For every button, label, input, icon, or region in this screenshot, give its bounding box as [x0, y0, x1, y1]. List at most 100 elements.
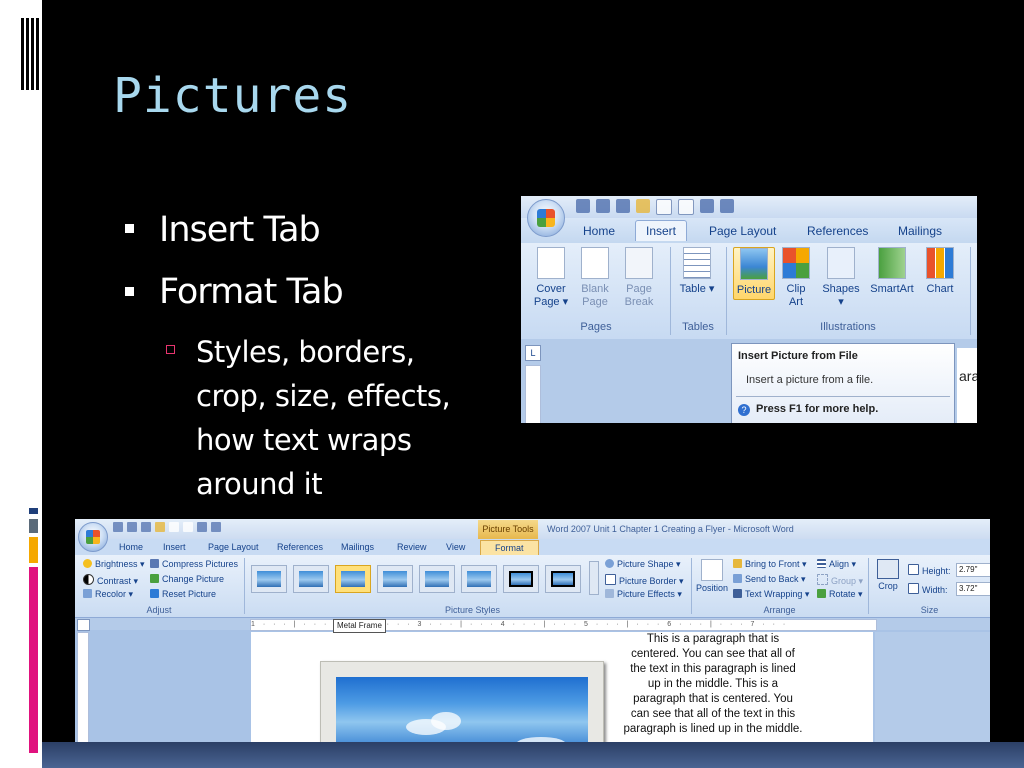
save-icon[interactable]: [113, 522, 123, 532]
text-wrapping-button[interactable]: Text Wrapping ▾: [733, 589, 809, 600]
tab-view[interactable]: View: [446, 542, 465, 552]
picture-style-thumb[interactable]: [251, 565, 287, 593]
format-tab-screenshot: Picture Tools Word 2007 Unit 1 Chapter 1…: [75, 519, 990, 742]
group-separator: [970, 247, 971, 335]
picture-effects-button[interactable]: Picture Effects ▾: [605, 589, 682, 600]
chart-icon: [926, 247, 954, 279]
table-button[interactable]: Table ▾: [677, 247, 717, 296]
picture-style-thumb[interactable]: [377, 565, 413, 593]
tab-insert[interactable]: Insert: [635, 220, 688, 241]
document-background: [875, 632, 990, 742]
bring-to-front-icon: [733, 559, 742, 568]
save-icon[interactable]: [576, 199, 590, 213]
redo-icon[interactable]: [616, 199, 630, 213]
contrast-icon: [83, 574, 94, 585]
office-button[interactable]: [527, 199, 565, 237]
group-label-arrange: Arrange: [763, 605, 796, 615]
tab-references[interactable]: References: [277, 542, 323, 552]
group-button[interactable]: Group ▾: [817, 574, 863, 587]
group-label-adjust: Adjust: [146, 605, 172, 615]
brightness-icon: [83, 559, 92, 568]
undo-icon[interactable]: [596, 199, 610, 213]
blank-page-button[interactable]: Blank Page: [577, 247, 613, 309]
chart-button[interactable]: Chart: [923, 247, 957, 296]
send-to-back-icon: [733, 574, 742, 583]
sub-bullet-text: Styles, borders, crop, size, effects, ho…: [196, 335, 451, 501]
tab-selector[interactable]: L: [525, 345, 541, 361]
tab-mailings[interactable]: Mailings: [898, 224, 942, 238]
spelling-icon[interactable]: [197, 522, 207, 532]
smartart-button[interactable]: SmartArt: [865, 247, 919, 296]
group-separator: [670, 247, 671, 335]
cloud: [516, 737, 566, 742]
reset-picture-button[interactable]: Reset Picture: [150, 589, 216, 599]
framed-picture[interactable]: [320, 661, 604, 742]
print-icon[interactable]: [211, 522, 221, 532]
horizontal-ruler-area: 1 · · · | · · · 2 · · · | · · · 3 · · · …: [75, 618, 990, 631]
width-icon: [908, 583, 919, 594]
page-break-button[interactable]: Page Break: [621, 247, 657, 309]
picture-border-icon: [605, 574, 616, 585]
text-wrapping-icon: [733, 589, 742, 598]
group-label-tables: Tables: [682, 321, 714, 333]
tab-selector[interactable]: [77, 619, 90, 631]
height-field[interactable]: 2.79": [956, 563, 990, 577]
blank-page-icon: [581, 247, 609, 279]
centered-paragraph: This is a paragraph that is centered. Yo…: [623, 633, 803, 735]
send-to-back-button[interactable]: Send to Back ▾: [733, 574, 806, 585]
picture-shape-button[interactable]: Picture Shape ▾: [605, 559, 681, 570]
gallery-scroll-arrows[interactable]: [589, 561, 599, 595]
recolor-button[interactable]: Recolor ▾: [83, 589, 133, 600]
tab-references[interactable]: References: [807, 224, 868, 238]
picture-style-thumb[interactable]: [293, 565, 329, 593]
tab-home[interactable]: Home: [119, 542, 143, 552]
picture-style-metal-frame[interactable]: [335, 565, 371, 593]
tooltip-title: Insert Picture from File: [738, 350, 858, 362]
clip-art-button[interactable]: Clip Art: [781, 247, 811, 309]
insert-tab-screenshot: Home Insert Page Layout References Maili…: [521, 196, 977, 423]
align-button[interactable]: Align ▾: [817, 559, 856, 570]
office-button[interactable]: [78, 522, 108, 552]
tooltip-divider: [736, 396, 950, 397]
bring-to-front-button[interactable]: Bring to Front ▾: [733, 559, 807, 570]
tab-page-layout[interactable]: Page Layout: [709, 224, 776, 238]
width-field[interactable]: 3.72": [956, 582, 990, 596]
tab-page-layout[interactable]: Page Layout: [208, 542, 259, 552]
picture-style-thumb[interactable]: [545, 565, 581, 593]
crop-button[interactable]: Crop: [875, 559, 901, 591]
picture-border-button[interactable]: Picture Border ▾: [605, 574, 684, 587]
vertical-ruler: [77, 632, 89, 742]
cover-page-icon: [537, 247, 565, 279]
open-icon[interactable]: [155, 522, 165, 532]
compress-pictures-button[interactable]: Compress Pictures: [150, 559, 238, 569]
cover-page-button[interactable]: Cover Page ▾: [531, 247, 571, 309]
position-button[interactable]: Position: [695, 559, 729, 593]
tab-insert[interactable]: Insert: [163, 542, 186, 552]
picture-style-thumb[interactable]: [503, 565, 539, 593]
contrast-button[interactable]: Contrast ▾: [83, 574, 138, 587]
tab-home[interactable]: Home: [583, 224, 615, 238]
print-preview-icon[interactable]: [678, 199, 694, 215]
redo-icon[interactable]: [141, 522, 151, 532]
picture-button[interactable]: Picture: [733, 247, 775, 300]
print-preview-icon[interactable]: [183, 522, 193, 532]
vertical-ruler: [525, 365, 541, 423]
new-document-icon[interactable]: [169, 522, 179, 532]
tab-review[interactable]: Review: [397, 542, 427, 552]
tab-mailings[interactable]: Mailings: [341, 542, 374, 552]
spelling-icon[interactable]: [700, 199, 714, 213]
tab-format[interactable]: Format: [480, 540, 539, 555]
reset-picture-icon: [150, 589, 159, 598]
rotate-button[interactable]: Rotate ▾: [817, 589, 863, 600]
new-document-icon[interactable]: [656, 199, 672, 215]
shapes-button[interactable]: Shapes ▾: [819, 247, 863, 309]
title-bar: Picture Tools Word 2007 Unit 1 Chapter 1…: [75, 519, 990, 539]
ribbon: Brightness ▾ Contrast ▾ Recolor ▾ Compre…: [75, 555, 990, 618]
picture-style-thumb[interactable]: [419, 565, 455, 593]
open-icon[interactable]: [636, 199, 650, 213]
print-icon[interactable]: [720, 199, 734, 213]
change-picture-button[interactable]: Change Picture: [150, 574, 224, 584]
undo-icon[interactable]: [127, 522, 137, 532]
picture-style-thumb[interactable]: [461, 565, 497, 593]
brightness-button[interactable]: Brightness ▾: [83, 559, 145, 570]
